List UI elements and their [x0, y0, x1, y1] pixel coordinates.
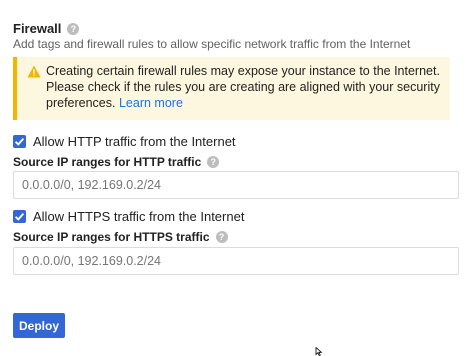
help-icon[interactable]: ? [215, 231, 228, 243]
warning-icon [27, 65, 41, 78]
warning-message: Creating certain firewall rules may expo… [46, 64, 440, 110]
help-icon[interactable]: ? [67, 22, 80, 35]
http-source-ranges-input[interactable] [13, 171, 459, 199]
warning-text: Creating certain firewall rules may expo… [46, 63, 446, 111]
firewall-description: Add tags and firewall rules to allow spe… [13, 37, 411, 51]
firewall-title: Firewall [13, 21, 62, 36]
checkmark-icon [14, 213, 25, 221]
http-source-label-row: Source IP ranges for HTTP traffic ? [13, 155, 220, 169]
allow-http-checkbox-row[interactable]: Allow HTTP traffic from the Internet [13, 134, 236, 149]
https-source-label: Source IP ranges for HTTPS traffic [13, 230, 210, 244]
allow-http-label: Allow HTTP traffic from the Internet [33, 134, 236, 149]
http-source-label: Source IP ranges for HTTP traffic [13, 155, 202, 169]
allow-https-label: Allow HTTPS traffic from the Internet [33, 209, 245, 224]
allow-https-checkbox[interactable] [13, 210, 26, 223]
firewall-heading: Firewall ? [13, 21, 80, 36]
warning-banner: Creating certain firewall rules may expo… [13, 57, 450, 120]
checkmark-icon [14, 138, 25, 146]
learn-more-link[interactable]: Learn more [119, 96, 183, 110]
help-icon[interactable]: ? [207, 156, 220, 168]
https-source-ranges-input[interactable] [13, 247, 459, 275]
allow-https-checkbox-row[interactable]: Allow HTTPS traffic from the Internet [13, 209, 244, 224]
https-source-label-row: Source IP ranges for HTTPS traffic ? [13, 230, 228, 244]
deploy-button[interactable]: Deploy [13, 313, 65, 338]
allow-http-checkbox[interactable] [13, 135, 26, 148]
